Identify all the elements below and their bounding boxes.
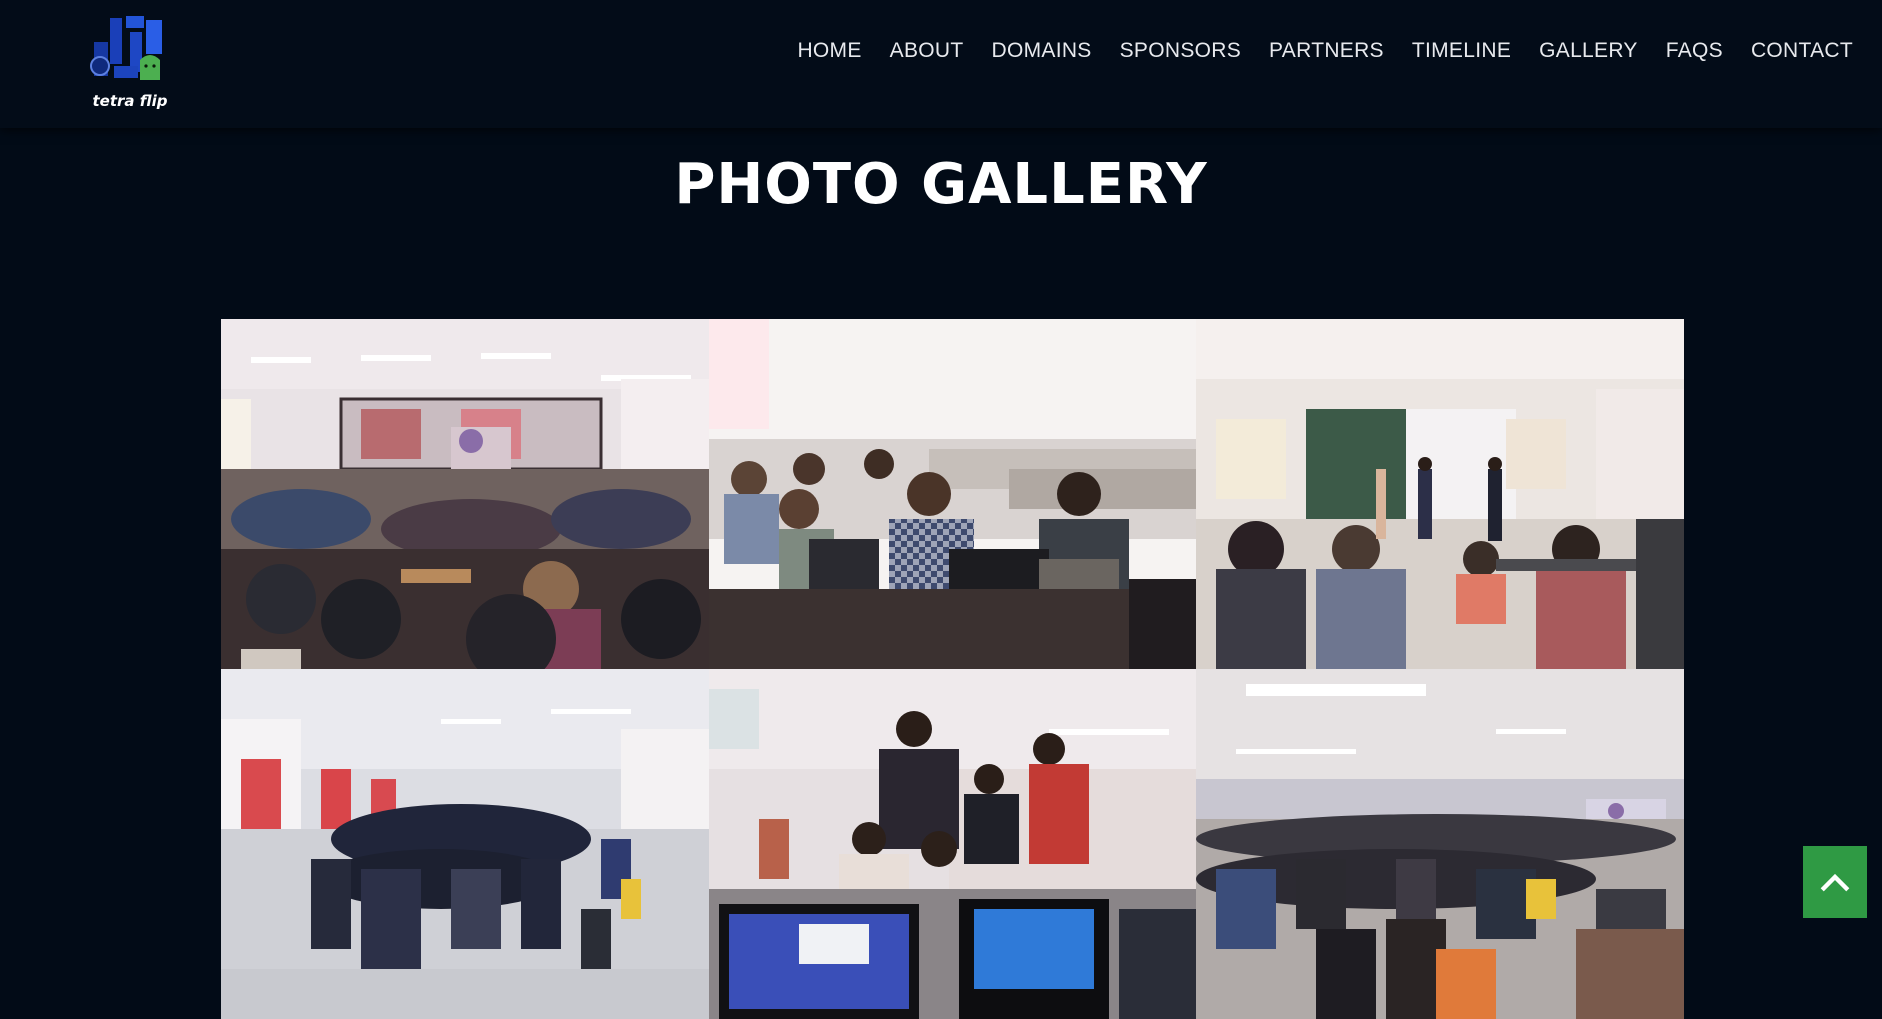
gallery-photo-classroom-hands[interactable] xyxy=(1196,319,1684,669)
gallery-photo-hackathon-hall[interactable] xyxy=(221,319,709,669)
nav-sponsors[interactable]: SPONSORS xyxy=(1120,39,1241,63)
gallery-photo-laptop-participants[interactable] xyxy=(709,319,1196,669)
nav-about[interactable]: ABOUT xyxy=(890,39,964,63)
nav-timeline[interactable]: TIMELINE xyxy=(1412,39,1511,63)
gallery-photo-red-curtain-hall[interactable] xyxy=(221,669,709,1019)
svg-text:tetra flip: tetra flip xyxy=(93,92,168,110)
nav-contact[interactable]: CONTACT xyxy=(1751,39,1853,63)
gallery-photo-large-hall[interactable] xyxy=(1196,669,1684,1019)
gallery-photo-team-monitor[interactable] xyxy=(709,669,1196,1019)
scroll-to-top-button[interactable] xyxy=(1803,846,1867,918)
nav-faqs[interactable]: FAQS xyxy=(1666,39,1723,63)
page-title: PHOTO GALLERY xyxy=(674,152,1208,217)
photo-gallery-grid xyxy=(221,319,1684,1019)
site-header: tetra flip HOME ABOUT DOMAINS SPONSORS P… xyxy=(0,0,1882,128)
nav-domains[interactable]: DOMAINS xyxy=(992,39,1092,63)
main-navigation: HOME ABOUT DOMAINS SPONSORS PARTNERS TIM… xyxy=(797,39,1853,63)
chevron-up-icon xyxy=(1820,873,1850,892)
tetra-flip-logo[interactable]: tetra flip xyxy=(80,12,180,116)
nav-home[interactable]: HOME xyxy=(797,39,861,63)
nav-partners[interactable]: PARTNERS xyxy=(1269,39,1384,63)
nav-gallery[interactable]: GALLERY xyxy=(1539,39,1638,63)
